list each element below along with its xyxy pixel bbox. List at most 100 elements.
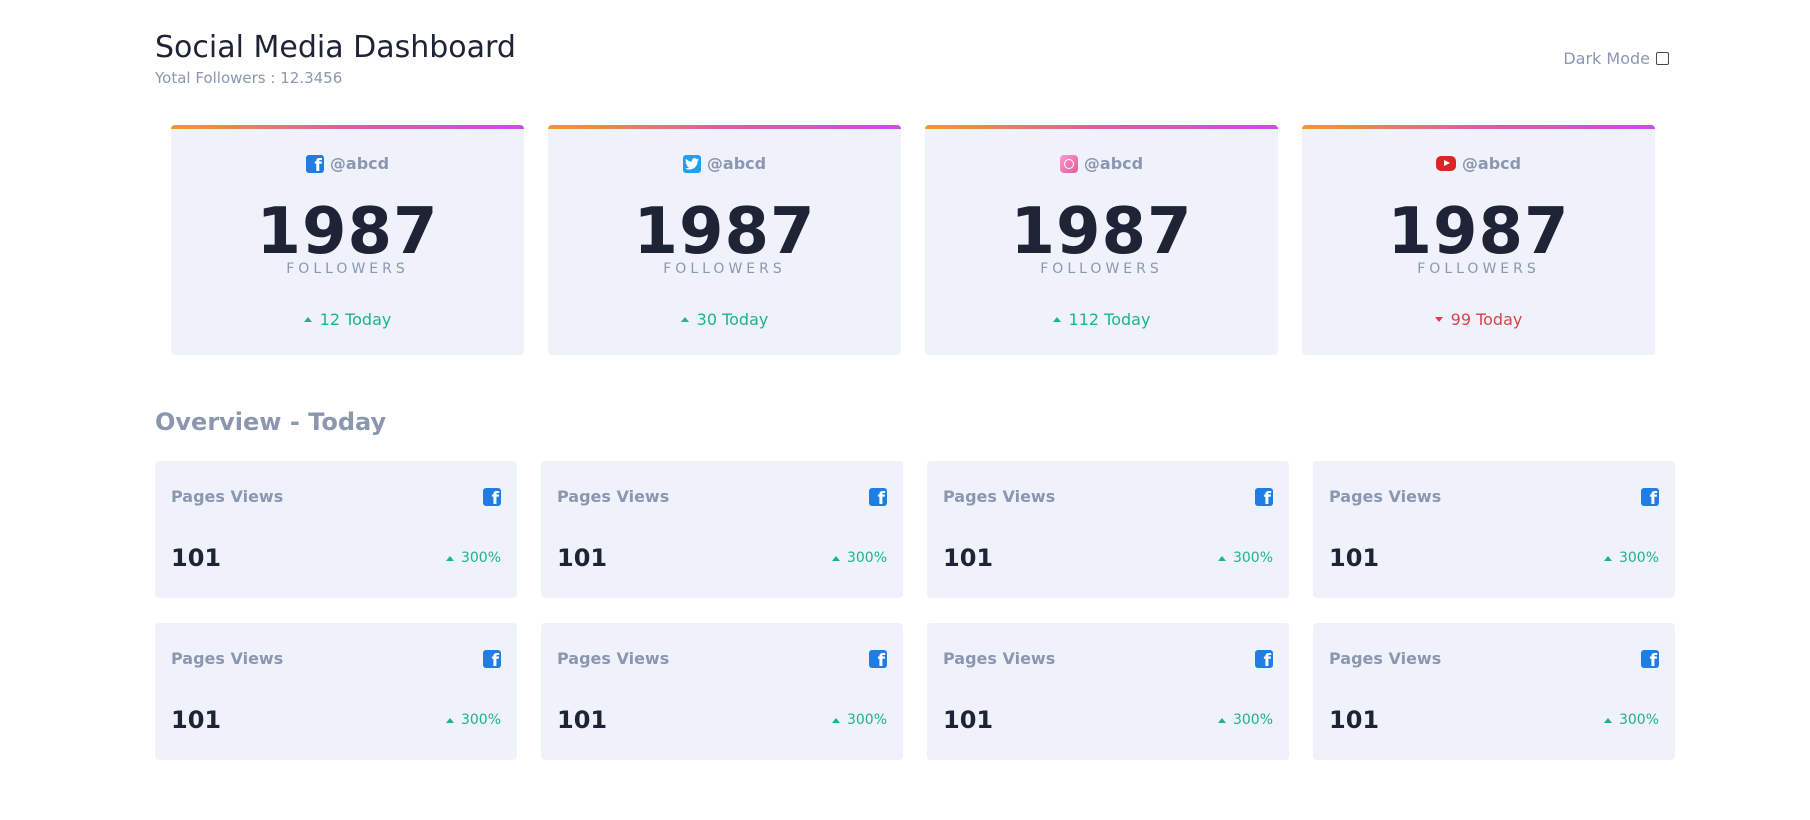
overview-card-change: 300% <box>1217 550 1273 566</box>
dark-mode-toggle[interactable]: Dark Mode <box>1563 49 1669 68</box>
overview-card-change: 300% <box>831 550 887 566</box>
change-text: 300% <box>1618 550 1659 566</box>
card-handle: @abcd <box>925 154 1278 173</box>
handle-text: @abcd <box>1083 154 1144 173</box>
follower-cards: @abcd 1987 FOLLOWERS 12 Today @abcd 1987… <box>171 125 1655 355</box>
follower-card-facebook: @abcd 1987 FOLLOWERS 12 Today <box>171 125 524 355</box>
card-handle: @abcd <box>548 154 901 173</box>
follower-card-twitter: @abcd 1987 FOLLOWERS 30 Today <box>548 125 901 355</box>
card-accent-bar <box>925 125 1278 129</box>
facebook-icon <box>483 488 501 509</box>
arrow-down-icon <box>1434 317 1443 322</box>
today-delta: 112 Today <box>925 310 1278 329</box>
dark-mode-label: Dark Mode <box>1563 49 1650 68</box>
followers-label: FOLLOWERS <box>1040 261 1163 277</box>
arrow-up-icon <box>1603 555 1612 561</box>
change-text: 300% <box>460 712 501 728</box>
handle-text: @abcd <box>706 154 767 173</box>
overview-card: Pages Views 101 300% <box>541 461 903 598</box>
card-accent-bar <box>548 125 901 129</box>
facebook-icon <box>1255 650 1273 671</box>
today-delta: 99 Today <box>1302 310 1655 329</box>
facebook-icon <box>1641 488 1659 509</box>
overview-card-change: 300% <box>445 550 501 566</box>
card-handle: @abcd <box>1302 154 1655 173</box>
today-delta: 12 Today <box>171 310 524 329</box>
overview-card: Pages Views 101 300% <box>927 461 1289 598</box>
overview-card-value: 101 <box>943 544 994 572</box>
arrow-up-icon <box>303 317 312 322</box>
overview-card-change: 300% <box>445 712 501 728</box>
card-accent-bar <box>171 125 524 129</box>
overview-card: Pages Views 101 300% <box>155 461 517 598</box>
arrow-up-icon <box>1052 317 1061 322</box>
followers-label: FOLLOWERS <box>1417 261 1540 277</box>
overview-card-label: Pages Views <box>1329 649 1442 668</box>
delta-text: 112 Today <box>1068 310 1151 329</box>
follower-card-instagram: @abcd 1987 FOLLOWERS 112 Today <box>925 125 1278 355</box>
follower-count: 1987 <box>1010 195 1193 269</box>
handle-text: @abcd <box>329 154 390 173</box>
overview-card-change: 300% <box>1217 712 1273 728</box>
arrow-up-icon <box>831 555 840 561</box>
overview-card-value: 101 <box>1329 706 1380 734</box>
overview-card: Pages Views 101 300% <box>1313 623 1675 760</box>
facebook-icon <box>1641 650 1659 671</box>
facebook-icon <box>305 154 324 176</box>
overview-card-change: 300% <box>1603 712 1659 728</box>
change-text: 300% <box>846 550 887 566</box>
overview-grid: Pages Views 101 300% Pages Views 101 300… <box>155 461 1675 760</box>
delta-text: 12 Today <box>319 310 392 329</box>
overview-card: Pages Views 101 300% <box>1313 461 1675 598</box>
twitter-icon <box>682 154 701 173</box>
arrow-up-icon <box>1217 717 1226 723</box>
overview-card-label: Pages Views <box>1329 487 1442 506</box>
facebook-icon <box>483 650 501 671</box>
change-text: 300% <box>846 712 887 728</box>
youtube-icon <box>1435 156 1456 171</box>
facebook-icon <box>1255 488 1273 509</box>
page-title: Social Media Dashboard <box>155 30 516 65</box>
overview-card: Pages Views 101 300% <box>541 623 903 760</box>
change-text: 300% <box>460 550 501 566</box>
overview-card-label: Pages Views <box>943 649 1056 668</box>
overview-card-value: 101 <box>557 706 608 734</box>
change-text: 300% <box>1232 550 1273 566</box>
followers-label: FOLLOWERS <box>663 261 786 277</box>
dark-mode-checkbox[interactable] <box>1656 52 1669 65</box>
overview-card-label: Pages Views <box>557 487 670 506</box>
overview-title: Overview - Today <box>155 408 387 436</box>
overview-card-label: Pages Views <box>943 487 1056 506</box>
arrow-up-icon <box>445 555 454 561</box>
card-handle: @abcd <box>171 154 524 176</box>
delta-text: 30 Today <box>696 310 769 329</box>
facebook-icon <box>869 488 887 509</box>
arrow-up-icon <box>831 717 840 723</box>
card-accent-bar <box>1302 125 1655 129</box>
follower-count: 1987 <box>633 195 816 269</box>
overview-card-label: Pages Views <box>557 649 670 668</box>
overview-card-change: 300% <box>1603 550 1659 566</box>
facebook-icon <box>869 650 887 671</box>
overview-card-value: 101 <box>943 706 994 734</box>
overview-card-value: 101 <box>171 544 222 572</box>
overview-card-label: Pages Views <box>171 487 284 506</box>
follower-count: 1987 <box>1387 195 1570 269</box>
header: Social Media Dashboard Yotal Followers :… <box>155 0 1669 110</box>
overview-card-change: 300% <box>831 712 887 728</box>
followers-label: FOLLOWERS <box>286 261 409 277</box>
follower-count: 1987 <box>256 195 439 269</box>
dashboard-page: Social Media Dashboard Yotal Followers :… <box>155 0 1675 760</box>
delta-text: 99 Today <box>1450 310 1523 329</box>
overview-card: Pages Views 101 300% <box>155 623 517 760</box>
overview-card-value: 101 <box>171 706 222 734</box>
arrow-up-icon <box>1217 555 1226 561</box>
instagram-icon <box>1059 154 1078 173</box>
overview-card-value: 101 <box>1329 544 1380 572</box>
arrow-up-icon <box>680 317 689 322</box>
arrow-up-icon <box>1603 717 1612 723</box>
overview-card-label: Pages Views <box>171 649 284 668</box>
follower-card-youtube: @abcd 1987 FOLLOWERS 99 Today <box>1302 125 1655 355</box>
overview-card-value: 101 <box>557 544 608 572</box>
today-delta: 30 Today <box>548 310 901 329</box>
